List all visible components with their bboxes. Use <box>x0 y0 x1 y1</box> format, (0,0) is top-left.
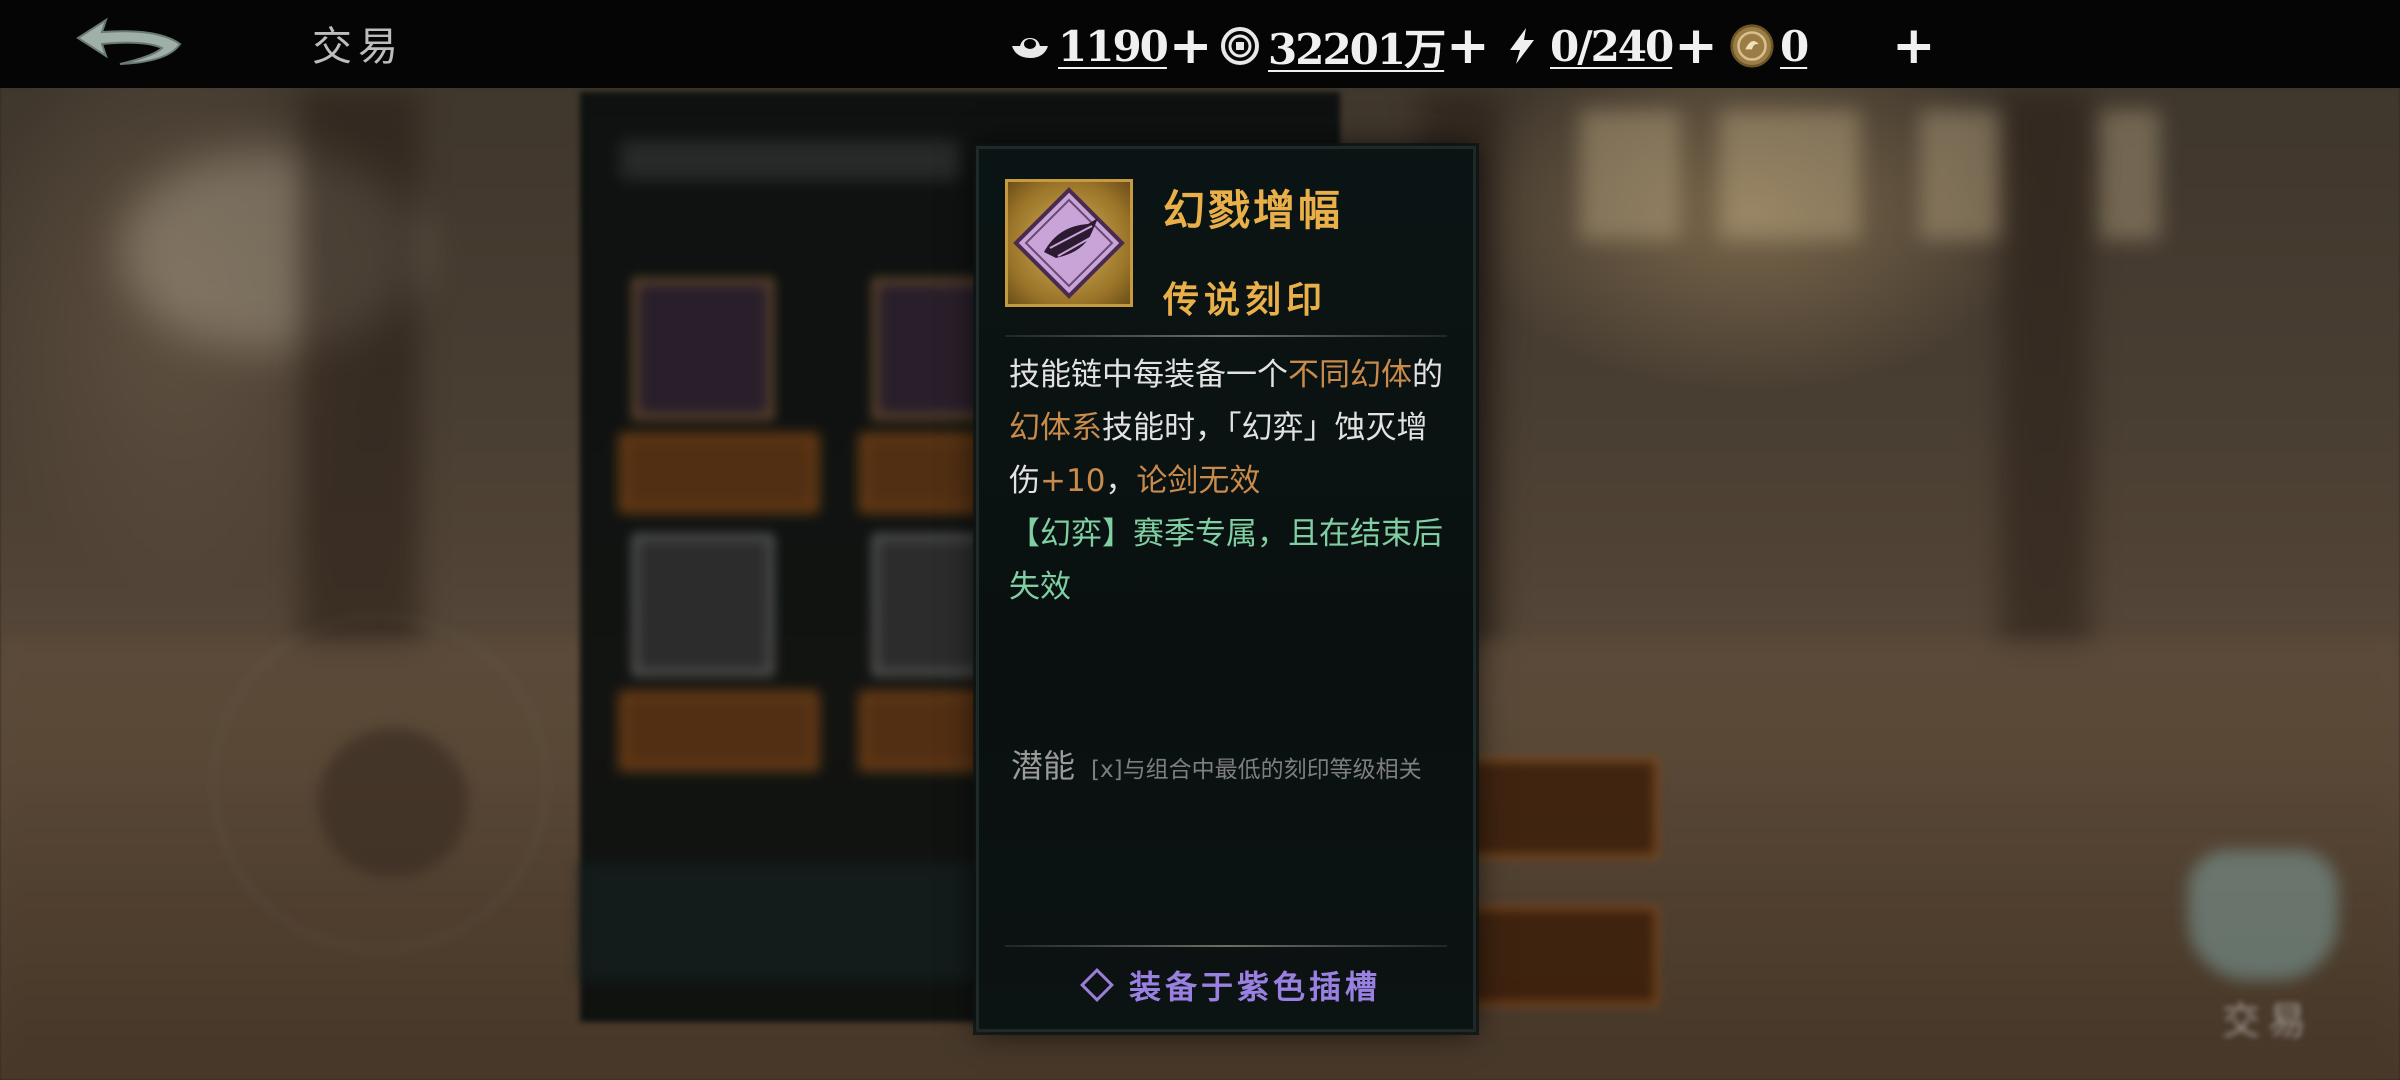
inscription-slot <box>632 278 774 420</box>
resource-coin: 32201万 + <box>1218 18 1490 74</box>
divider <box>1005 335 1447 337</box>
scene-decoration <box>1920 110 2000 240</box>
purple-inscription-icon <box>1013 187 1125 299</box>
slot-button <box>620 434 818 512</box>
scene-decoration <box>300 90 420 650</box>
back-button[interactable] <box>58 14 188 74</box>
description-text: 技能链中每装备一个 <box>1009 357 1288 393</box>
equip-label: 装备于紫色插槽 <box>1129 968 1382 1006</box>
diamond-icon <box>1080 968 1114 1002</box>
slot-button <box>620 692 818 770</box>
potential-text: [x]与组合中最低的刻印等级相关 <box>1091 757 1422 783</box>
inscription-name: 幻戮增幅 <box>1163 186 1344 235</box>
add-silver-button[interactable]: + <box>1169 20 1213 72</box>
inscription-description: 技能链中每装备一个不同幻体的幻体系技能时，「幻弈」蚀灭增伤+10，论剑无效 【幻… <box>1009 349 1449 614</box>
scene-decoration <box>2100 110 2160 240</box>
description-text: ， <box>1105 463 1137 499</box>
back-arrow-icon <box>76 17 182 65</box>
bag-label: 交易 <box>2222 999 2315 1043</box>
empty-slot <box>632 534 774 676</box>
divider <box>1005 945 1447 947</box>
stamina-amount: 0/240 <box>1550 21 1674 71</box>
scene-decoration <box>1580 110 1680 240</box>
highlight-text: +10 <box>1040 463 1106 499</box>
blurred-action-button <box>1460 906 1658 1006</box>
equip-purple-slot-button[interactable]: 装备于紫色插槽 <box>1080 962 1382 1008</box>
season-note: 【幻弈】赛季专属，且在结束后失效 <box>1009 516 1443 605</box>
potential-label: 潜能 <box>1011 747 1076 785</box>
scene-decoration <box>1720 110 1860 240</box>
inscription-icon-frame <box>1005 179 1133 307</box>
token-amount: 0 <box>1780 21 1809 71</box>
highlight-text: 幻体系 <box>1009 410 1102 446</box>
add-coin-button[interactable]: + <box>1446 20 1490 72</box>
top-bar: 交易 1190 + 32201万 + 0/240 + 0 + <box>0 0 2400 88</box>
description-text: 的 <box>1412 357 1443 393</box>
resource-token: 0 + <box>1730 18 1936 74</box>
add-stamina-button[interactable]: + <box>1674 20 1718 72</box>
scene-decoration <box>2000 90 2090 650</box>
potential-row: 潜能 [x]与组合中最低的刻印等级相关 <box>1011 741 1422 787</box>
add-token-button[interactable]: + <box>1892 20 1936 72</box>
highlight-text: 不同幻体 <box>1288 357 1412 393</box>
panel-header <box>620 140 960 180</box>
blurred-action-button <box>1460 758 1658 858</box>
silver-amount: 1190 <box>1058 21 1169 71</box>
resource-stamina: 0/240 + <box>1500 18 1718 74</box>
coin-amount: 32201万 <box>1268 24 1446 74</box>
lightning-stamina-icon <box>1500 24 1544 68</box>
bag-icon[interactable] <box>2188 850 2338 980</box>
joystick-thumb[interactable] <box>318 728 468 878</box>
page-title: 交易 <box>312 24 404 70</box>
dragon-token-icon <box>1730 24 1774 68</box>
silver-ingot-icon <box>1008 24 1052 68</box>
highlight-text: 论剑无效 <box>1136 463 1261 499</box>
inscription-rarity: 传说刻印 <box>1163 279 1328 321</box>
resource-silver: 1190 + <box>1008 18 1212 74</box>
copper-coin-icon <box>1218 24 1262 68</box>
inscription-tooltip: 幻戮增幅 传说刻印 技能链中每装备一个不同幻体的幻体系技能时，「幻弈」蚀灭增伤+… <box>976 146 1476 1032</box>
